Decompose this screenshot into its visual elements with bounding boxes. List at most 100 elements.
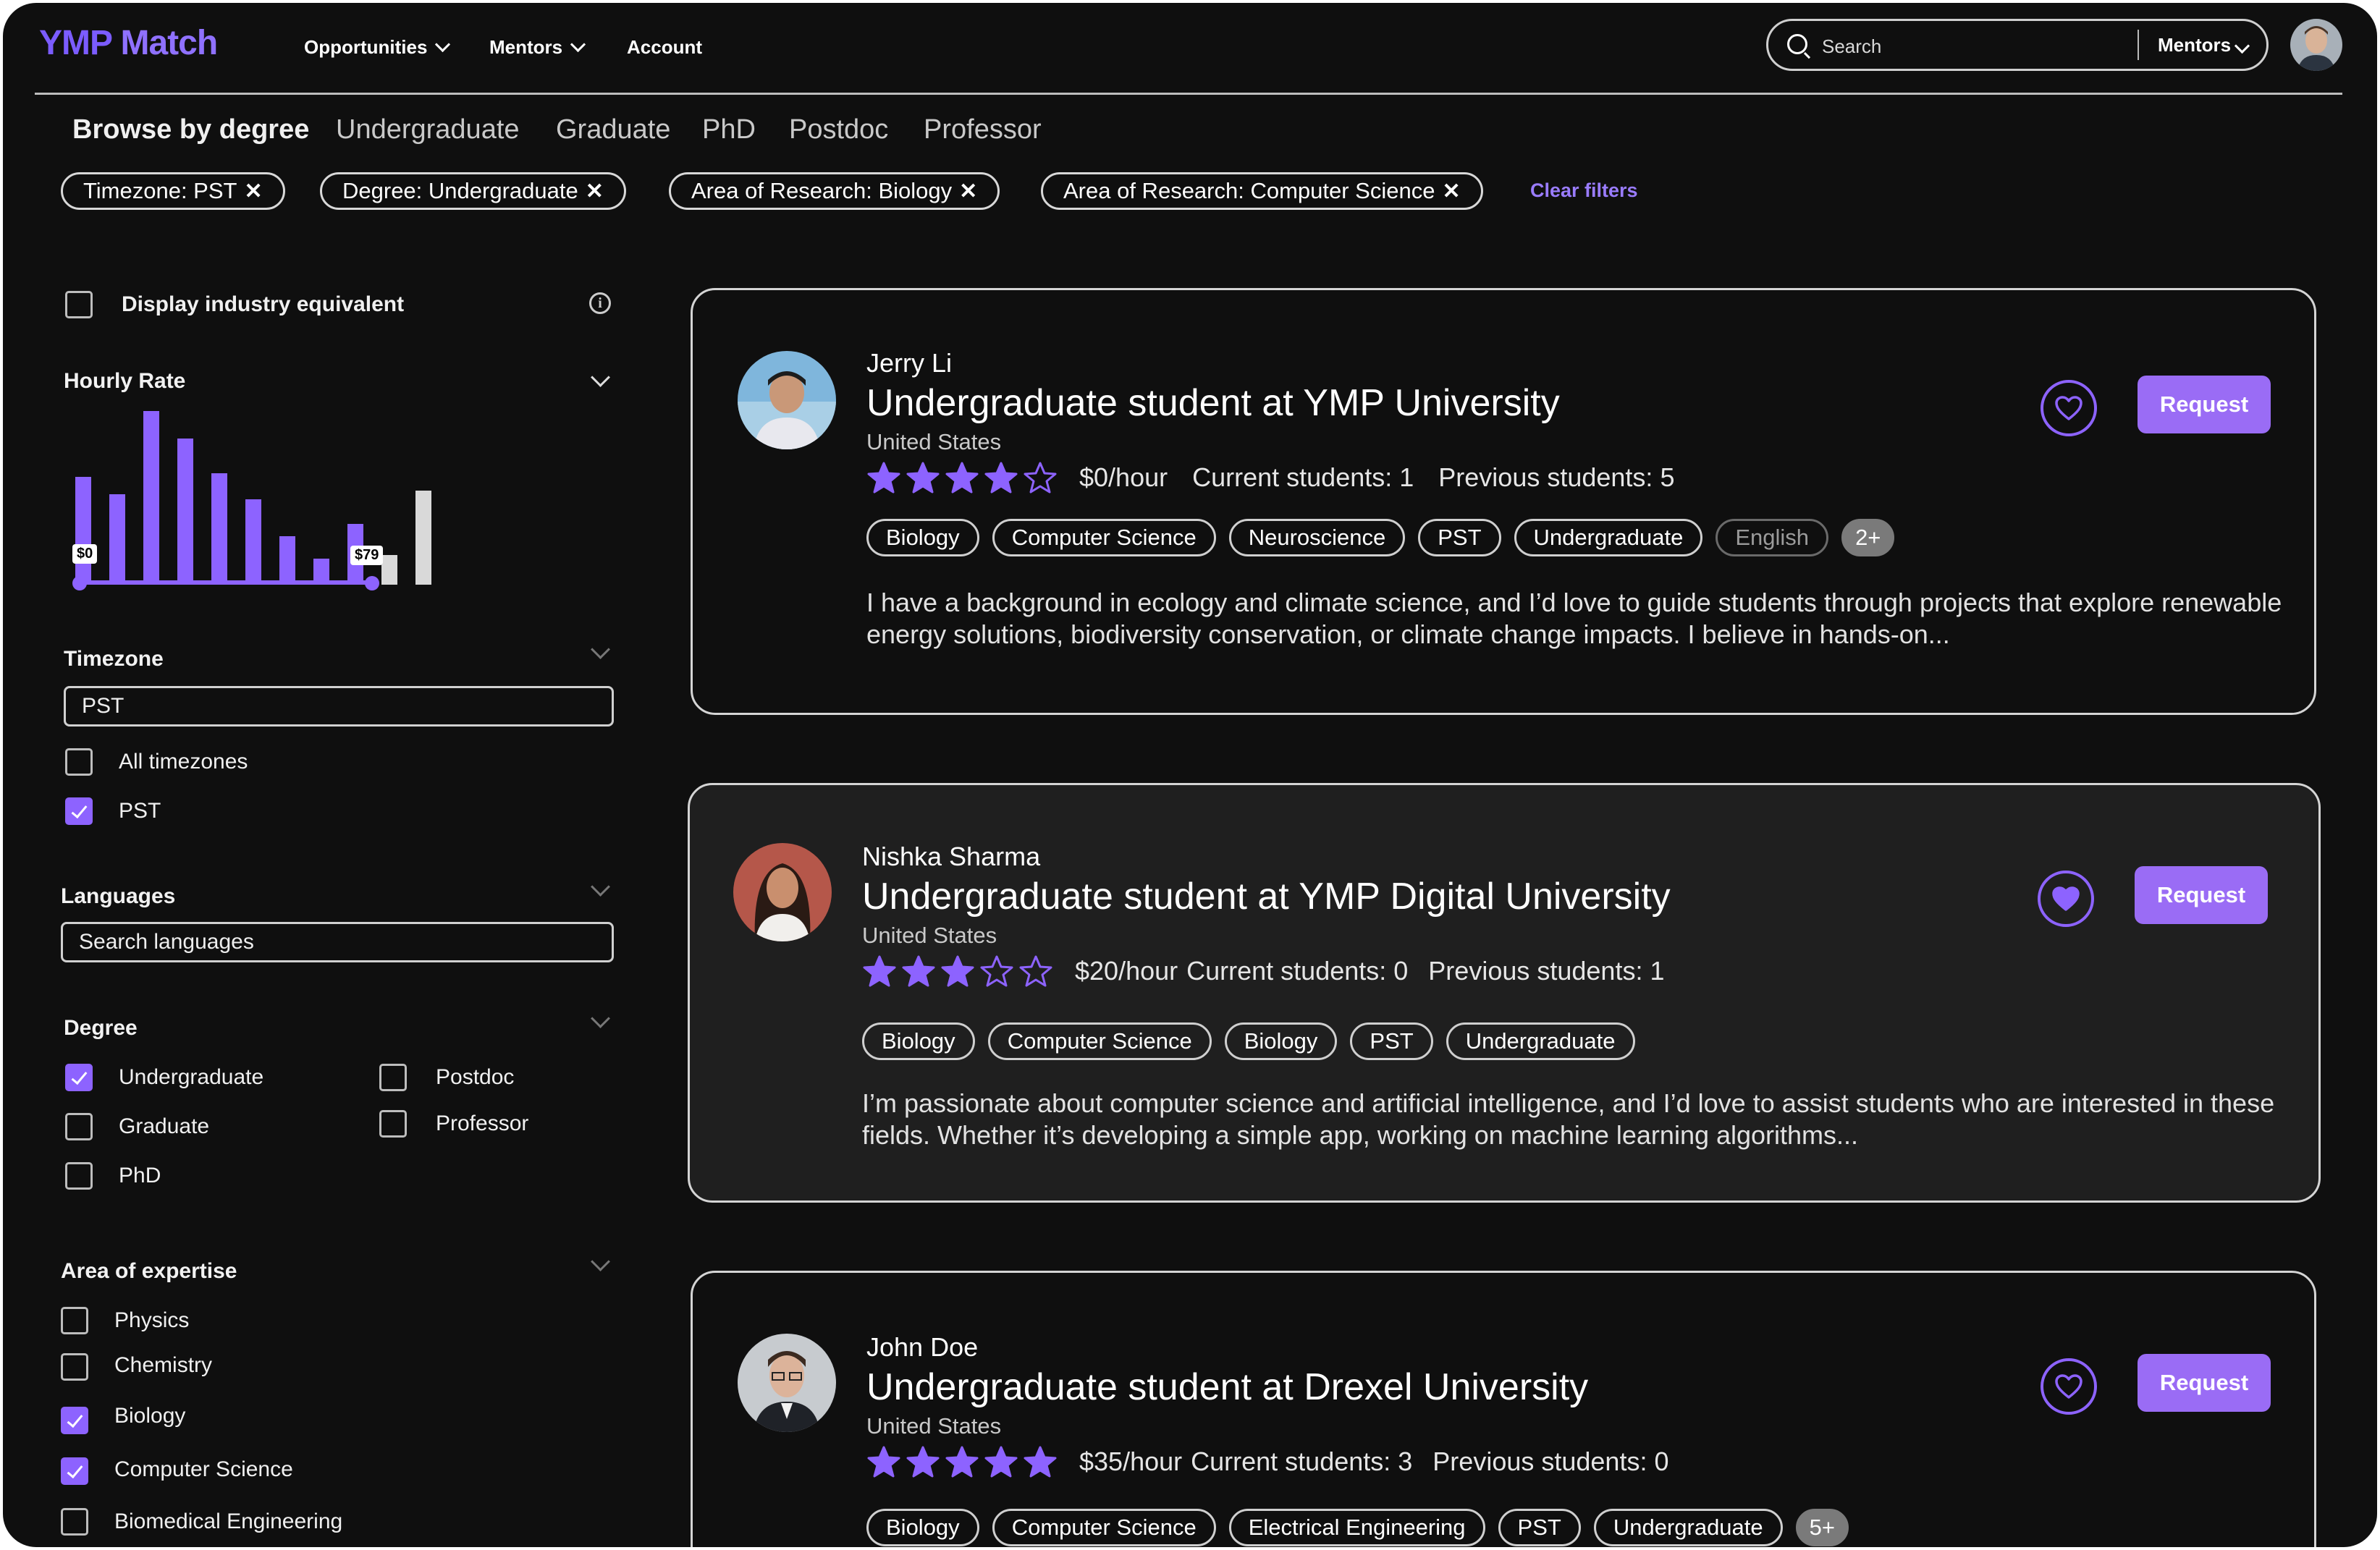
all-timezones-checkbox[interactable] — [65, 748, 93, 776]
clear-filters-link[interactable]: Clear filters — [1530, 179, 1638, 202]
tag: PST — [1498, 1509, 1581, 1546]
filter-chip-degree: Degree: Undergraduate ✕ — [320, 172, 626, 210]
mentor-title: Undergraduate student at YMP University — [866, 382, 1560, 424]
star-filled-icon — [984, 462, 1018, 494]
languages-label: Languages — [61, 884, 176, 908]
star-filled-icon — [906, 1446, 940, 1478]
hourly-rate-histogram — [75, 404, 452, 585]
request-button[interactable]: Request — [2138, 1354, 2271, 1412]
degree-phd-checkbox[interactable] — [65, 1162, 93, 1190]
pst-label: PST — [119, 799, 161, 823]
favorite-heart-icon[interactable] — [2041, 380, 2097, 436]
filter-chip-computer-science: Area of Research: Computer Science ✕ — [1041, 172, 1483, 210]
tab-phd[interactable]: PhD — [702, 114, 756, 145]
tab-undergraduate[interactable]: Undergraduate — [336, 114, 520, 145]
timezone-select[interactable]: PST — [64, 686, 614, 727]
search-divider — [2138, 30, 2139, 60]
histogram-bar — [245, 499, 261, 585]
user-avatar[interactable] — [2290, 19, 2342, 71]
tab-professor[interactable]: Professor — [924, 114, 1042, 145]
mentor-card[interactable]: Nishka Sharma Undergraduate student at Y… — [688, 783, 2321, 1203]
histogram-bar — [143, 411, 159, 585]
expertise-chemistry-checkbox[interactable] — [61, 1353, 88, 1381]
star-filled-icon — [867, 1446, 900, 1478]
rate-slider-min-handle[interactable] — [72, 576, 87, 590]
chevron-down-icon[interactable] — [591, 368, 610, 387]
chevron-down-icon[interactable] — [591, 640, 610, 659]
star-filled-icon — [1024, 1446, 1057, 1478]
tag: PST — [1418, 519, 1501, 556]
close-icon[interactable]: ✕ — [959, 179, 977, 204]
request-button[interactable]: Request — [2135, 866, 2268, 924]
expertise-computer-science-checkbox[interactable] — [61, 1457, 88, 1485]
tag: Computer Science — [987, 1022, 1212, 1060]
expertise-label: Area of expertise — [61, 1259, 237, 1283]
industry-equivalent-checkbox[interactable] — [65, 291, 93, 318]
tag: Computer Science — [992, 1509, 1216, 1546]
timezone-label: Timezone — [64, 647, 164, 671]
degree-postdoc-checkbox[interactable] — [379, 1064, 407, 1091]
star-outline-icon — [980, 955, 1013, 987]
languages-search-input[interactable]: Search languages — [61, 922, 614, 962]
star-filled-icon — [906, 462, 940, 494]
favorite-heart-icon[interactable] — [2041, 1358, 2097, 1415]
mentor-location: United States — [866, 1413, 1002, 1439]
tag: Undergraduate — [1514, 519, 1703, 556]
star-filled-icon — [945, 462, 979, 494]
tab-graduate[interactable]: Graduate — [556, 114, 670, 145]
degree-postdoc-label: Postdoc — [436, 1065, 515, 1089]
previous-students: Previous students: 0 — [1432, 1447, 1669, 1476]
degree-undergraduate-checkbox[interactable] — [65, 1064, 93, 1091]
histogram-bar — [279, 536, 295, 585]
chevron-down-icon — [435, 36, 451, 53]
rate-slider-max-handle[interactable] — [365, 576, 379, 590]
expertise-biology-checkbox[interactable] — [61, 1407, 88, 1434]
close-icon[interactable]: ✕ — [1442, 179, 1460, 204]
nav-opportunities[interactable]: Opportunities — [304, 36, 451, 59]
close-icon[interactable]: ✕ — [586, 179, 604, 204]
logo[interactable]: YMP Match — [39, 23, 218, 63]
search-input[interactable] — [1820, 33, 2185, 60]
filter-chip-biology: Area of Research: Biology ✕ — [669, 172, 1000, 210]
expertise-chemistry-label: Chemistry — [114, 1353, 213, 1377]
mentor-stats: $0/hour Current students: 1 Previous stu… — [866, 461, 1674, 494]
chevron-down-icon[interactable] — [591, 1009, 610, 1028]
mentor-card[interactable]: John Doe Undergraduate student at Drexel… — [691, 1271, 2316, 1547]
degree-undergraduate-label: Undergraduate — [119, 1065, 264, 1089]
more-tags-badge[interactable]: 2+ — [1841, 519, 1895, 556]
expertise-biomedical-engineering-checkbox[interactable] — [61, 1508, 88, 1536]
more-tags-badge[interactable]: 5+ — [1795, 1509, 1849, 1546]
expertise-physics-label: Physics — [114, 1308, 190, 1332]
mentor-card[interactable]: Jerry Li Undergraduate student at YMP Un… — [691, 288, 2316, 715]
mentor-title: Undergraduate student at YMP Digital Uni… — [862, 876, 1671, 918]
tag-language: English — [1716, 519, 1829, 556]
close-icon[interactable]: ✕ — [244, 179, 262, 204]
expertise-physics-checkbox[interactable] — [61, 1307, 88, 1334]
mentor-description: I’m passionate about computer science an… — [862, 1088, 2275, 1150]
nav-mentors[interactable]: Mentors — [489, 36, 586, 59]
current-students: Current students: 0 — [1186, 956, 1409, 986]
previous-students: Previous students: 1 — [1428, 956, 1665, 986]
degree-graduate-checkbox[interactable] — [65, 1113, 93, 1140]
chevron-down-icon[interactable] — [591, 877, 610, 897]
pst-checkbox[interactable] — [65, 797, 93, 825]
tab-postdoc[interactable]: Postdoc — [789, 114, 888, 145]
chevron-down-icon — [570, 36, 586, 53]
rating-stars — [862, 954, 1053, 988]
hourly-rate: $35/hour — [1079, 1447, 1183, 1476]
degree-professor-checkbox[interactable] — [379, 1110, 407, 1138]
star-filled-icon — [945, 1446, 979, 1478]
chevron-down-icon[interactable] — [591, 1252, 610, 1271]
request-button[interactable]: Request — [2138, 376, 2271, 433]
rating-stars — [866, 1445, 1058, 1478]
favorite-heart-icon[interactable] — [2038, 871, 2094, 927]
expertise-computer-science-label: Computer Science — [114, 1457, 293, 1481]
histogram-bar — [211, 473, 227, 585]
tag: Biology — [1224, 1022, 1338, 1060]
degree-professor-label: Professor — [436, 1111, 529, 1135]
search-scope-dropdown[interactable]: Mentors — [2158, 34, 2250, 56]
mentor-location: United States — [866, 429, 1002, 454]
star-outline-icon — [1024, 462, 1057, 494]
nav-account[interactable]: Account — [627, 36, 702, 59]
info-icon[interactable]: i — [589, 292, 611, 314]
